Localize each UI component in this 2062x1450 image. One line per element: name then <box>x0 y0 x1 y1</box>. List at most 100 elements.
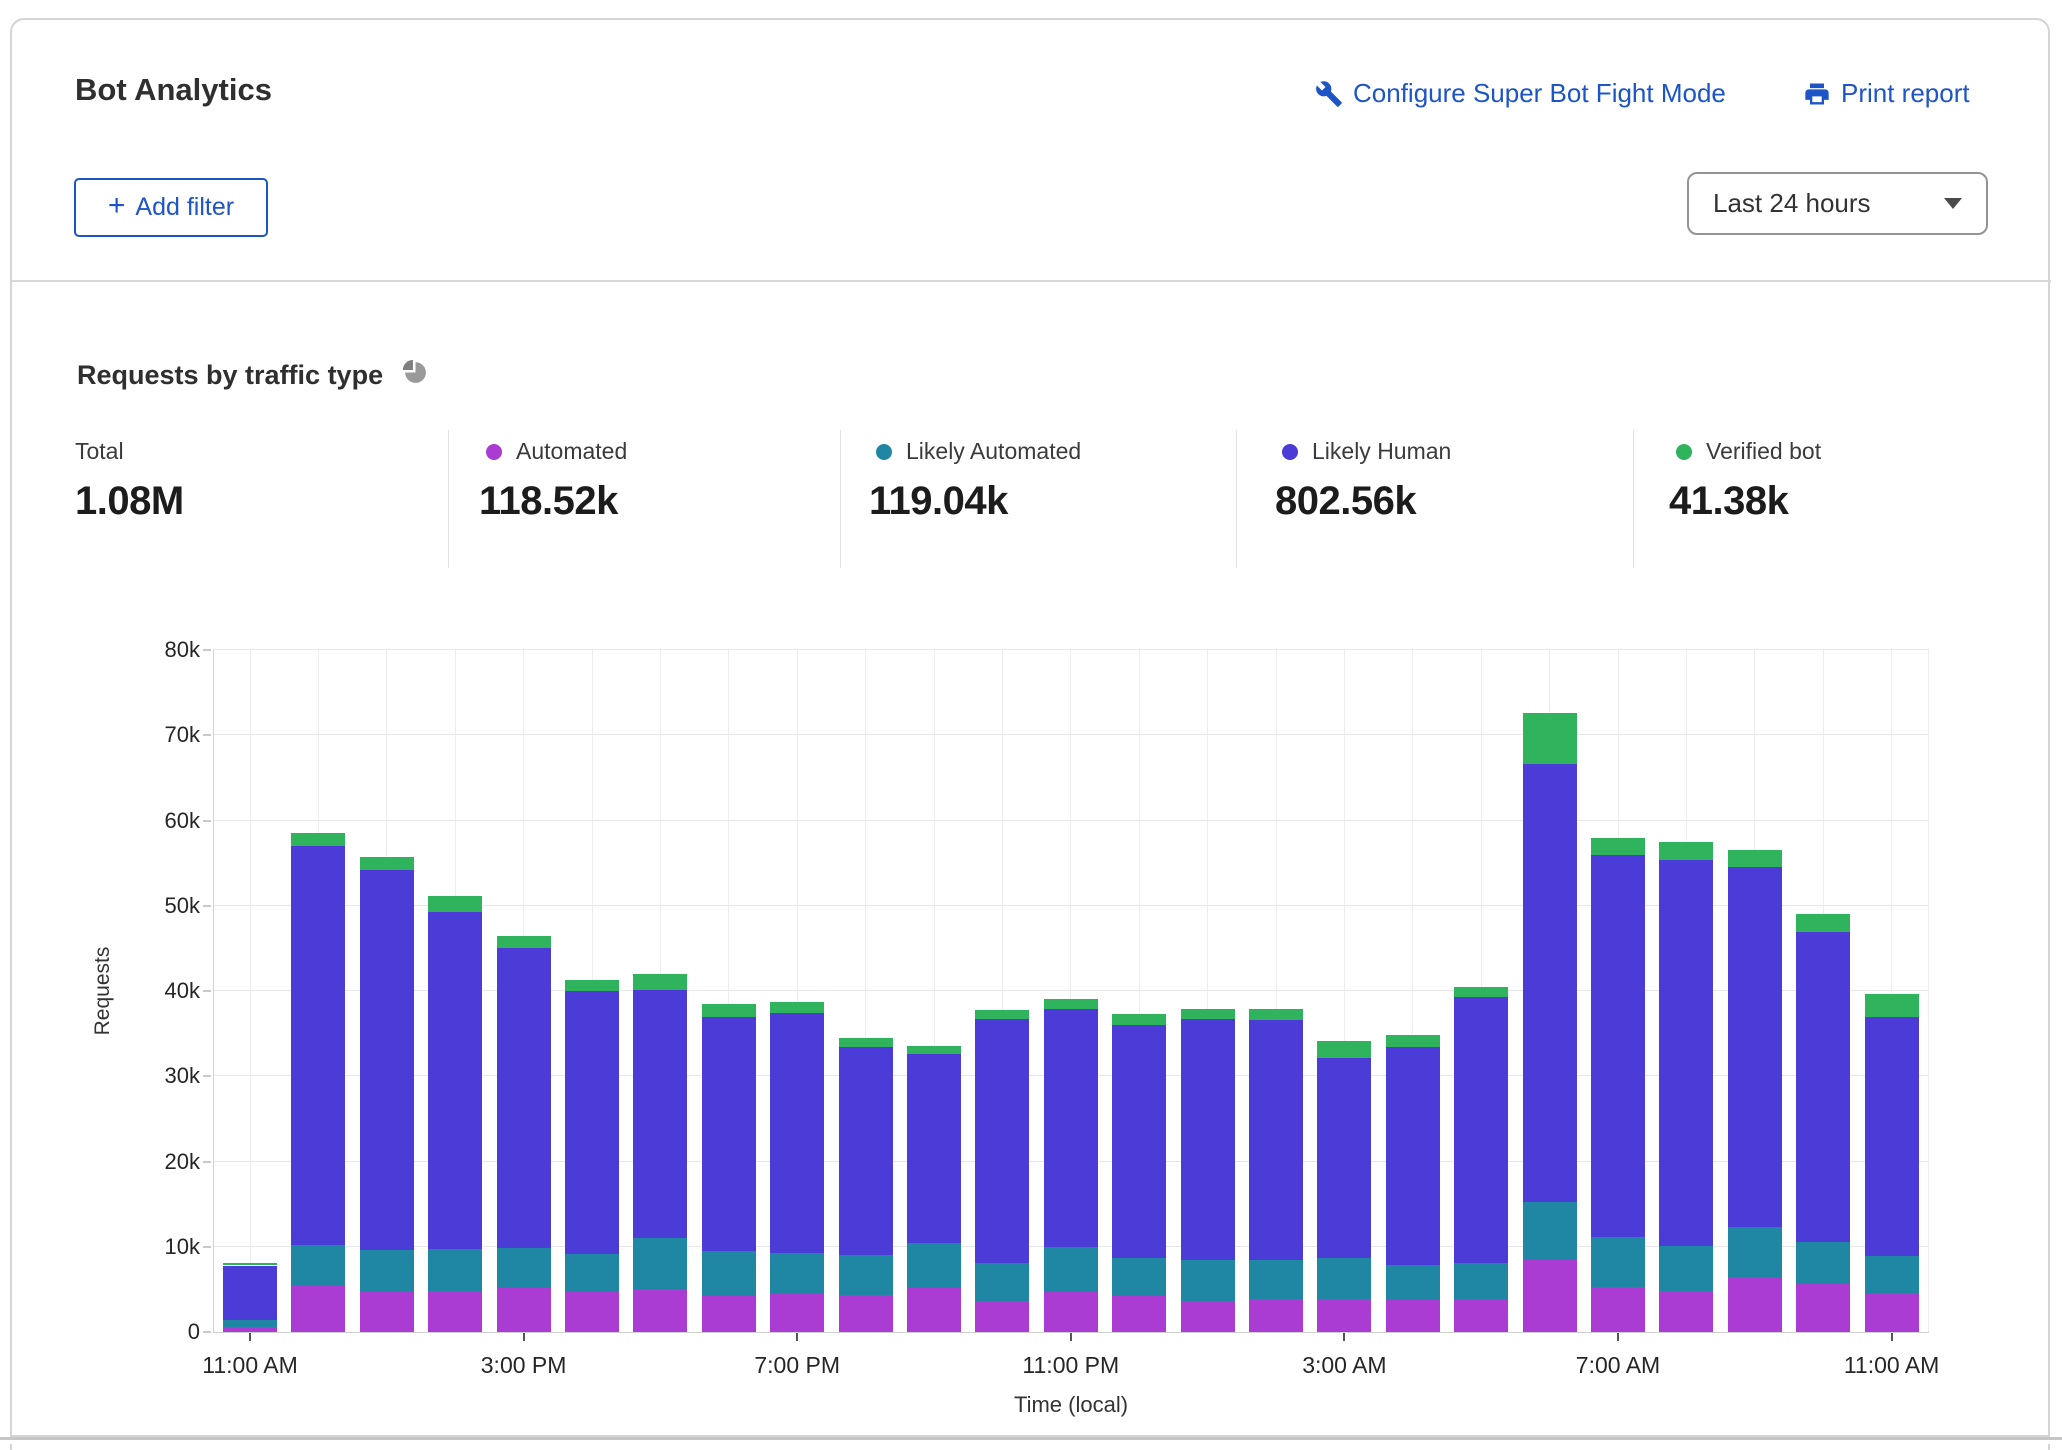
bar-segment-likely-human[interactable] <box>1454 997 1508 1263</box>
bar-segment-likely-human[interactable] <box>770 1013 824 1253</box>
bar-segment-verified-bot[interactable] <box>975 1010 1029 1019</box>
bar-segment-likely-automated[interactable] <box>1317 1258 1371 1299</box>
bar-segment-verified-bot[interactable] <box>1659 842 1713 860</box>
bar-segment-verified-bot[interactable] <box>1112 1014 1166 1025</box>
bar-segment-likely-automated[interactable] <box>360 1250 414 1292</box>
bar-segment-automated[interactable] <box>565 1292 619 1332</box>
bar-segment-automated[interactable] <box>1249 1299 1303 1332</box>
bar-segment-likely-automated[interactable] <box>975 1263 1029 1301</box>
bar-segment-likely-automated[interactable] <box>839 1255 893 1295</box>
bar-segment-automated[interactable] <box>1386 1300 1440 1332</box>
bar-segment-likely-automated[interactable] <box>633 1238 687 1289</box>
bar-segment-likely-human[interactable] <box>1796 932 1850 1242</box>
bar-segment-verified-bot[interactable] <box>565 980 619 991</box>
bar-segment-likely-human[interactable] <box>360 870 414 1250</box>
bar-segment-verified-bot[interactable] <box>633 974 687 990</box>
bar-segment-likely-automated[interactable] <box>223 1320 277 1327</box>
bar-segment-verified-bot[interactable] <box>1317 1041 1371 1058</box>
bar-segment-automated[interactable] <box>291 1286 345 1332</box>
bar-segment-likely-human[interactable] <box>1249 1020 1303 1260</box>
bar-segment-likely-human[interactable] <box>291 846 345 1245</box>
bar-segment-likely-automated[interactable] <box>1796 1242 1850 1284</box>
bar-segment-automated[interactable] <box>360 1292 414 1332</box>
bar-segment-automated[interactable] <box>428 1291 482 1332</box>
bar-segment-verified-bot[interactable] <box>1386 1035 1440 1047</box>
bar-segment-likely-automated[interactable] <box>497 1248 551 1287</box>
bar-segment-likely-human[interactable] <box>975 1019 1029 1263</box>
bar-segment-likely-automated[interactable] <box>1865 1256 1919 1293</box>
bar-segment-automated[interactable] <box>839 1295 893 1332</box>
bar-segment-likely-automated[interactable] <box>1454 1263 1508 1299</box>
bar-segment-verified-bot[interactable] <box>1523 713 1577 764</box>
print-report-link[interactable]: Print report <box>1803 78 1970 109</box>
bar-segment-verified-bot[interactable] <box>1454 987 1508 997</box>
bar-segment-verified-bot[interactable] <box>1728 850 1782 866</box>
bar-segment-automated[interactable] <box>633 1289 687 1332</box>
bar-segment-likely-automated[interactable] <box>1386 1265 1440 1301</box>
bar-segment-automated[interactable] <box>223 1327 277 1332</box>
bar-segment-verified-bot[interactable] <box>223 1263 277 1266</box>
bar-segment-likely-human[interactable] <box>907 1054 961 1243</box>
bar-segment-likely-automated[interactable] <box>1659 1246 1713 1291</box>
bar-segment-verified-bot[interactable] <box>497 936 551 949</box>
bar-segment-automated[interactable] <box>1112 1296 1166 1332</box>
bar-segment-automated[interactable] <box>975 1301 1029 1332</box>
bar-segment-automated[interactable] <box>1659 1291 1713 1332</box>
bar-segment-automated[interactable] <box>1523 1260 1577 1332</box>
bar-segment-verified-bot[interactable] <box>1865 994 1919 1016</box>
bar-segment-likely-human[interactable] <box>839 1047 893 1255</box>
bar-segment-likely-human[interactable] <box>1181 1019 1235 1260</box>
bar-segment-automated[interactable] <box>1044 1292 1098 1332</box>
bar-segment-automated[interactable] <box>1181 1301 1235 1332</box>
bar-segment-likely-automated[interactable] <box>1523 1202 1577 1260</box>
bar-segment-verified-bot[interactable] <box>1249 1009 1303 1020</box>
bar-segment-likely-human[interactable] <box>1317 1058 1371 1257</box>
bar-segment-verified-bot[interactable] <box>360 857 414 870</box>
bar-segment-likely-human[interactable] <box>1728 867 1782 1228</box>
add-filter-button[interactable]: + Add filter <box>74 178 268 237</box>
bar-segment-likely-automated[interactable] <box>565 1254 619 1292</box>
bar-segment-likely-human[interactable] <box>702 1017 756 1251</box>
bar-segment-likely-human[interactable] <box>1659 860 1713 1246</box>
bar-segment-verified-bot[interactable] <box>907 1046 961 1054</box>
bar-segment-automated[interactable] <box>1796 1284 1850 1332</box>
bar-segment-verified-bot[interactable] <box>428 896 482 911</box>
bar-segment-likely-human[interactable] <box>1044 1009 1098 1247</box>
bar-segment-verified-bot[interactable] <box>839 1038 893 1047</box>
bar-segment-likely-human[interactable] <box>428 912 482 1250</box>
bar-segment-likely-automated[interactable] <box>770 1253 824 1294</box>
bar-segment-likely-automated[interactable] <box>1044 1247 1098 1292</box>
bar-segment-likely-automated[interactable] <box>428 1249 482 1291</box>
bar-segment-verified-bot[interactable] <box>1181 1009 1235 1019</box>
bar-segment-automated[interactable] <box>702 1296 756 1332</box>
bar-segment-likely-human[interactable] <box>1865 1017 1919 1257</box>
bar-segment-likely-automated[interactable] <box>291 1245 345 1286</box>
bar-segment-automated[interactable] <box>1865 1293 1919 1332</box>
bar-segment-likely-human[interactable] <box>223 1266 277 1321</box>
bar-segment-likely-automated[interactable] <box>1249 1260 1303 1298</box>
bar-segment-likely-human[interactable] <box>1386 1047 1440 1264</box>
bar-segment-likely-human[interactable] <box>565 991 619 1254</box>
configure-super-bot-fight-mode-link[interactable]: Configure Super Bot Fight Mode <box>1315 78 1726 109</box>
bar-segment-likely-automated[interactable] <box>1112 1258 1166 1296</box>
bar-segment-likely-human[interactable] <box>1591 855 1645 1236</box>
bar-segment-automated[interactable] <box>497 1288 551 1332</box>
bar-segment-automated[interactable] <box>1728 1277 1782 1332</box>
bar-segment-verified-bot[interactable] <box>291 833 345 846</box>
bar-segment-likely-human[interactable] <box>1112 1025 1166 1258</box>
bar-segment-likely-automated[interactable] <box>907 1243 961 1287</box>
bar-segment-likely-automated[interactable] <box>1728 1227 1782 1277</box>
bar-segment-likely-automated[interactable] <box>702 1251 756 1296</box>
bar-segment-likely-automated[interactable] <box>1181 1260 1235 1301</box>
bar-segment-likely-human[interactable] <box>1523 764 1577 1201</box>
time-range-dropdown[interactable]: Last 24 hours <box>1687 172 1988 235</box>
bar-segment-automated[interactable] <box>1454 1299 1508 1332</box>
bar-segment-automated[interactable] <box>770 1294 824 1332</box>
bar-segment-verified-bot[interactable] <box>770 1002 824 1013</box>
bar-segment-likely-human[interactable] <box>497 948 551 1248</box>
bar-segment-likely-human[interactable] <box>633 990 687 1238</box>
bar-segment-verified-bot[interactable] <box>1591 838 1645 855</box>
bar-segment-automated[interactable] <box>1317 1299 1371 1332</box>
bar-segment-automated[interactable] <box>907 1288 961 1332</box>
bar-segment-verified-bot[interactable] <box>702 1004 756 1017</box>
